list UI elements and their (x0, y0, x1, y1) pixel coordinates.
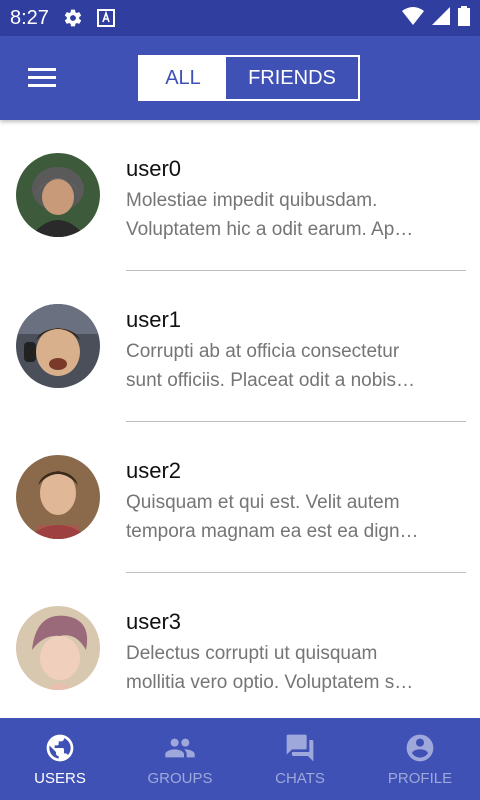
tab-chats[interactable]: CHATS (240, 718, 360, 800)
globe-icon (44, 732, 76, 764)
user-description: Delectus corrupti ut quisquam mollitia v… (126, 643, 414, 693)
user-name: user2 (126, 458, 182, 483)
hamburger-menu-icon[interactable] (28, 68, 56, 88)
user-list[interactable]: user0 Molestiae impedit quibusdam. Volup… (0, 120, 480, 718)
list-item[interactable]: user2 Quisquam et qui est. Velit autem t… (0, 422, 480, 573)
tab-chats-label: CHATS (275, 770, 325, 787)
user-name: user0 (126, 156, 182, 181)
toggle-friends-button[interactable]: FRIENDS (226, 57, 358, 99)
app-bar: ALL FRIENDS (0, 36, 480, 120)
chat-icon (284, 732, 316, 764)
avatar (16, 304, 100, 388)
list-item[interactable]: user3 Delectus corrupti ut quisquam moll… (0, 573, 480, 718)
user-name: user1 (126, 307, 182, 332)
font-badge-icon (96, 9, 115, 27)
tab-profile[interactable]: PROFILE (360, 718, 480, 800)
user-description: Corrupti ab at officia consectetur sunt … (126, 341, 416, 391)
user-description: Quisquam et qui est. Velit autem tempora… (126, 492, 419, 542)
status-bar: 8:27 (0, 0, 480, 36)
cell-signal-icon (432, 6, 450, 30)
user-description: Molestiae impedit quibusdam. Voluptatem … (126, 190, 414, 240)
tab-profile-label: PROFILE (387, 770, 453, 787)
tab-groups[interactable]: GROUPS (120, 718, 240, 800)
account-circle-icon (404, 732, 436, 764)
toggle-all-button[interactable]: ALL (140, 57, 226, 99)
avatar (16, 455, 100, 539)
list-item[interactable]: user1 Corrupti ab at officia consectetur… (0, 271, 480, 422)
settings-icon (63, 8, 83, 28)
group-icon (164, 732, 196, 764)
bottom-navigation: USERS GROUPS CHATS PROFILE (0, 718, 480, 800)
user-name: user3 (126, 609, 182, 634)
tab-users[interactable]: USERS (0, 718, 120, 800)
tab-groups-label: GROUPS (147, 770, 213, 787)
avatar (16, 153, 100, 237)
battery-icon (458, 5, 470, 31)
status-time: 8:27 (10, 6, 49, 29)
avatar (16, 606, 100, 690)
wifi-icon (402, 6, 424, 30)
filter-toggle: ALL FRIENDS (138, 55, 360, 101)
tab-users-label: USERS (34, 770, 86, 787)
list-item[interactable]: user0 Molestiae impedit quibusdam. Volup… (0, 120, 480, 271)
